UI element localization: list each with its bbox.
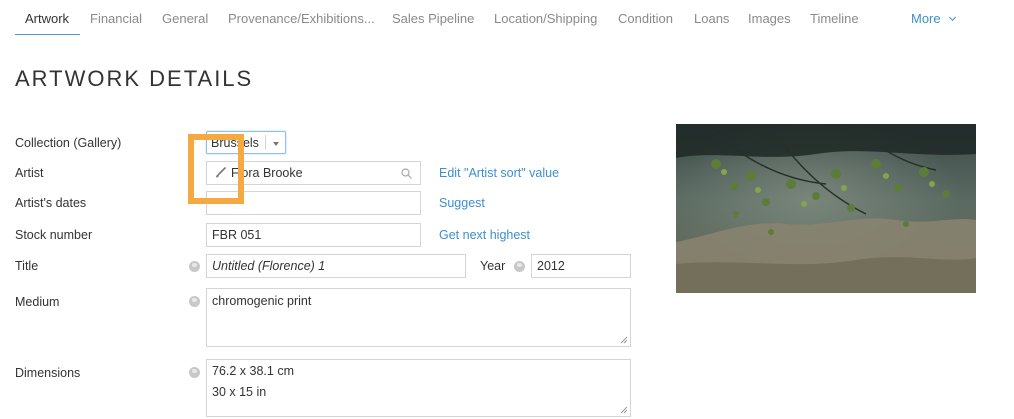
tab-condition[interactable]: Condition [618, 11, 673, 26]
stock-number-label: Stock number [15, 228, 93, 242]
tab-artwork[interactable]: Artwork [25, 11, 69, 26]
more-label: More [911, 11, 941, 26]
stock-number-input[interactable]: FBR 051 [206, 223, 421, 247]
artist-label: Artist [15, 166, 44, 180]
medium-textarea[interactable]: chromogenic print [206, 288, 631, 347]
stock-number-value: FBR 051 [212, 228, 262, 242]
active-tab-underline [15, 34, 80, 35]
page-title: ARTWORK DETAILS [15, 66, 254, 91]
title-label: Title [15, 259, 39, 273]
select-divider [265, 135, 266, 150]
tab-provenance-exhibitions[interactable]: Provenance/Exhibitions... [228, 11, 375, 26]
artwork-image[interactable] [676, 124, 976, 293]
medium-label: Medium [15, 295, 60, 309]
globe-icon[interactable] [514, 261, 525, 272]
collection-label: Collection (Gallery) [15, 136, 122, 150]
year-label: Year [480, 259, 506, 273]
globe-icon[interactable] [189, 296, 200, 307]
artist-input[interactable]: Flora Brooke [206, 161, 421, 185]
tab-loans[interactable]: Loans [694, 11, 729, 26]
dimensions-label: Dimensions [15, 366, 81, 380]
year-input[interactable]: 2012 [531, 254, 631, 278]
paintbrush-icon [216, 167, 226, 178]
chevron-down-icon [948, 13, 956, 22]
dimensions-textarea[interactable]: 76.2 x 38.1 cm 30 x 15 in [206, 359, 631, 417]
search-icon[interactable] [401, 168, 412, 179]
title-input[interactable]: Untitled (Florence) 1 [206, 254, 466, 278]
tab-financial[interactable]: Financial [90, 11, 142, 26]
artist-dates-input[interactable] [206, 191, 421, 215]
artwork-photo [676, 124, 976, 293]
collection-select-value: Brussels [211, 136, 259, 150]
medium-value: chromogenic print [212, 294, 312, 308]
globe-icon[interactable] [189, 367, 200, 378]
collection-select[interactable]: Brussels [206, 131, 286, 154]
dimensions-line-1: 76.2 x 38.1 cm [212, 364, 294, 378]
year-value: 2012 [537, 259, 565, 273]
edit-artist-sort-link[interactable]: Edit "Artist sort" value [439, 166, 559, 180]
tab-timeline[interactable]: Timeline [810, 11, 859, 26]
tab-general[interactable]: General [162, 11, 208, 26]
title-value: Untitled (Florence) 1 [212, 259, 326, 273]
tab-sales-pipeline[interactable]: Sales Pipeline [392, 11, 474, 26]
resize-handle-icon[interactable] [620, 406, 628, 414]
artist-value: Flora Brooke [231, 166, 303, 180]
caret-down-icon [273, 142, 279, 146]
artist-dates-label: Artist's dates [15, 196, 87, 210]
get-next-highest-link[interactable]: Get next highest [439, 228, 530, 242]
globe-icon[interactable] [189, 261, 200, 272]
tab-location-shipping[interactable]: Location/Shipping [494, 11, 597, 26]
tab-bar: Artwork Financial General Provenance/Exh… [15, 0, 1000, 36]
more-menu-button[interactable]: More [911, 11, 956, 26]
dimensions-line-2: 30 x 15 in [212, 385, 267, 399]
suggest-link[interactable]: Suggest [439, 196, 485, 210]
resize-handle-icon[interactable] [620, 336, 628, 344]
tab-images[interactable]: Images [748, 11, 791, 26]
